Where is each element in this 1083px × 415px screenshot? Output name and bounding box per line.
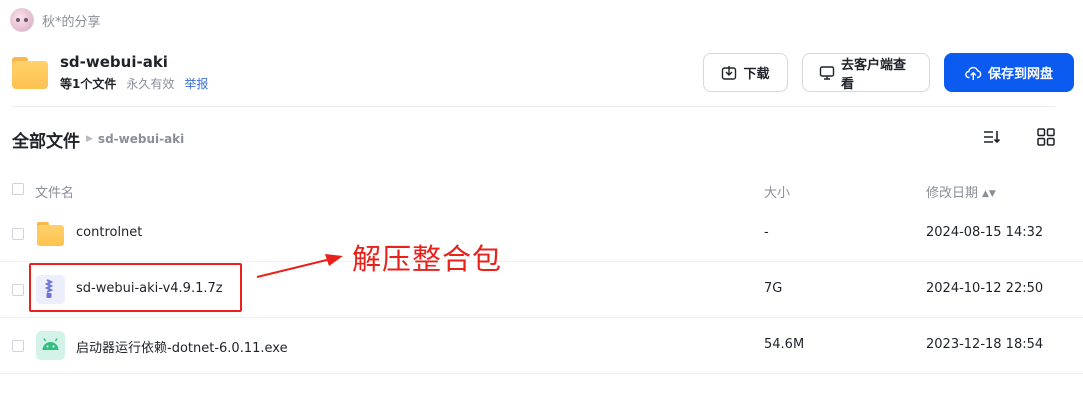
- file-name[interactable]: controlnet: [76, 225, 142, 240]
- share-header: sd-webui-aki 等1个文件 永久有效 举报: [12, 52, 208, 92]
- sort-caret-icon: ▲▼: [982, 189, 996, 199]
- file-date: 2024-10-12 22:50: [926, 281, 1044, 296]
- header-name[interactable]: 文件名: [35, 182, 74, 201]
- breadcrumb: 全部文件 ▶ sd-webui-aki: [12, 127, 185, 152]
- table-row[interactable]: controlnet - 2024-08-15 14:32: [0, 206, 1083, 262]
- android-exe-icon: [36, 331, 65, 360]
- grid-view-icon[interactable]: [1036, 127, 1056, 147]
- share-actions: 下载 去客户端查看 保存到网盘: [703, 53, 1074, 92]
- header-size[interactable]: 大小: [764, 182, 790, 201]
- breadcrumb-current: sd-webui-aki: [97, 132, 185, 146]
- share-meta: sd-webui-aki 等1个文件 永久有效 举报: [60, 52, 208, 92]
- table-row[interactable]: 启动器运行依赖-dotnet-6.0.11.exe 54.6M 2023-12-…: [0, 318, 1083, 374]
- table-header: 文件名 大小 修改日期 ▲▼: [0, 172, 1083, 206]
- owner-bar: 秋*的分享: [10, 7, 101, 33]
- avatar[interactable]: [10, 8, 34, 32]
- header-date-label: 修改日期: [926, 186, 979, 201]
- save-to-drive-button[interactable]: 保存到网盘: [944, 53, 1074, 92]
- file-date: 2024-08-15 14:32: [926, 225, 1044, 240]
- file-size: 54.6M: [764, 337, 805, 352]
- download-button[interactable]: 下载: [703, 53, 788, 92]
- annotation-highlight-box: [29, 263, 242, 312]
- file-date: 2023-12-18 18:54: [926, 337, 1044, 352]
- download-label: 下载: [743, 67, 770, 82]
- row-checkbox[interactable]: [12, 228, 24, 240]
- share-title: sd-webui-aki: [60, 53, 168, 71]
- monitor-icon: [819, 65, 835, 80]
- cloud-upload-icon: [965, 66, 982, 80]
- folder-icon: [36, 219, 65, 248]
- row-checkbox[interactable]: [12, 340, 24, 352]
- owner-name: 秋*的分享: [42, 14, 101, 30]
- header-divider: [12, 106, 1055, 107]
- header-date[interactable]: 修改日期 ▲▼: [926, 182, 996, 201]
- file-name[interactable]: 启动器运行依赖-dotnet-6.0.11.exe: [76, 337, 288, 356]
- file-size: 7G: [764, 281, 783, 296]
- report-link[interactable]: 举报: [184, 76, 208, 92]
- folder-icon: [12, 55, 48, 91]
- download-icon: [722, 65, 737, 80]
- file-size: -: [764, 225, 769, 240]
- caret-right-icon: ▶: [86, 134, 93, 144]
- annotation-arrow-icon: [256, 254, 343, 278]
- breadcrumb-root[interactable]: 全部文件: [12, 127, 80, 152]
- share-subinfo: 等1个文件 永久有效 举报: [60, 76, 208, 92]
- select-all-checkbox[interactable]: [12, 183, 24, 195]
- row-checkbox[interactable]: [12, 284, 24, 296]
- annotation-label: 解压整合包: [352, 242, 503, 276]
- validity-label: 永久有效: [126, 77, 175, 91]
- sort-list-icon[interactable]: [982, 127, 1002, 147]
- open-client-button[interactable]: 去客户端查看: [802, 53, 930, 92]
- save-label: 保存到网盘: [987, 67, 1053, 82]
- open-client-label: 去客户端查看: [841, 57, 907, 92]
- view-toggles: [982, 127, 1056, 147]
- file-count: 等1个文件: [60, 77, 117, 91]
